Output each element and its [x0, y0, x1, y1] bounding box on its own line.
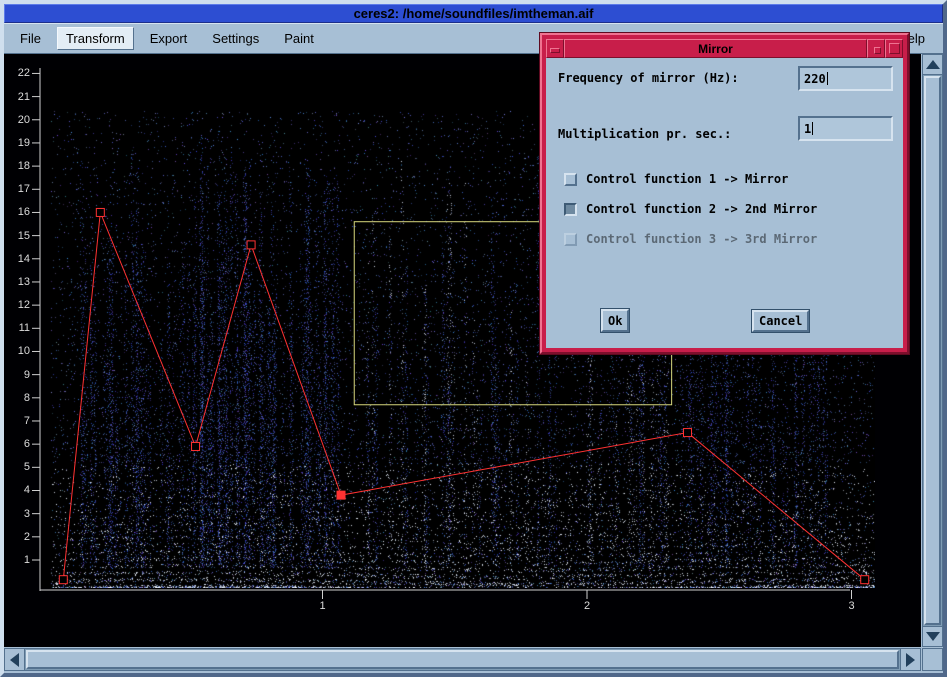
checkbox-indicator[interactable]	[564, 203, 577, 216]
y-tick-label: 1	[6, 554, 30, 566]
checkbox-label: Control function 3 -> 3rd Mirror	[586, 232, 817, 246]
y-tick-label: 7	[6, 415, 30, 427]
y-tick-label: 11	[6, 322, 30, 334]
dialog-title: Mirror	[698, 42, 733, 56]
menu-item-file[interactable]: File	[11, 27, 50, 50]
y-tick-label: 22	[6, 67, 30, 79]
y-tick-label: 18	[6, 160, 30, 172]
horizontal-scrollbar[interactable]	[4, 648, 921, 671]
scroll-down-button[interactable]	[923, 626, 942, 646]
x-tick-label: 2	[577, 600, 597, 612]
menu-item-transform[interactable]: Transform	[57, 27, 134, 50]
horizontal-scrollbar-thumb[interactable]	[26, 650, 899, 669]
y-tick-label: 12	[6, 299, 30, 311]
dialog-body: Frequency of mirror (Hz): 220 Multiplica…	[546, 58, 903, 348]
y-tick-label: 21	[6, 91, 30, 103]
multiplication-label: Multiplication pr. sec.:	[558, 127, 731, 141]
scroll-left-button[interactable]	[5, 649, 25, 670]
cancel-button[interactable]: Cancel	[752, 310, 809, 332]
y-tick-label: 5	[6, 461, 30, 473]
y-tick-label: 20	[6, 114, 30, 126]
y-tick-label: 17	[6, 183, 30, 195]
y-tick-label: 2	[6, 531, 30, 543]
y-tick-label: 19	[6, 137, 30, 149]
dialog-minimize-button[interactable]	[867, 39, 885, 58]
arrow-left-icon	[10, 653, 19, 667]
maximize-icon	[889, 43, 900, 54]
text-cursor	[827, 72, 828, 85]
y-tick-label: 8	[6, 392, 30, 404]
x-tick-label: 3	[842, 600, 862, 612]
mirror-dialog: Mirror Frequency of mirror (Hz): 220 Mul…	[540, 33, 909, 354]
arrow-up-icon	[926, 60, 940, 69]
checkbox-control-function-3: Control function 3 -> 3rd Mirror	[564, 232, 817, 246]
multiplication-value: 1	[804, 122, 811, 136]
checkbox-control-function-2[interactable]: Control function 2 -> 2nd Mirror	[564, 202, 817, 216]
checkbox-indicator	[564, 233, 577, 246]
menu-items: File Transform Export Settings Paint	[4, 27, 323, 50]
dialog-maximize-button[interactable]	[885, 39, 903, 58]
x-tick-label: 1	[313, 600, 333, 612]
frequency-input[interactable]: 220	[798, 66, 893, 91]
y-tick-label: 16	[6, 206, 30, 218]
frequency-value: 220	[804, 72, 826, 86]
window-title: ceres2: /home/soundfiles/imtheman.aif	[354, 6, 594, 21]
y-tick-label: 3	[6, 508, 30, 520]
y-tick-label: 4	[6, 484, 30, 496]
frequency-label: Frequency of mirror (Hz):	[558, 71, 739, 85]
ok-button[interactable]: Ok	[601, 309, 629, 332]
scroll-up-button[interactable]	[923, 55, 942, 75]
menu-item-settings[interactable]: Settings	[203, 27, 268, 50]
menu-item-export[interactable]: Export	[141, 27, 197, 50]
dialog-titlebar[interactable]: Mirror	[546, 39, 903, 58]
vertical-scrollbar-trough[interactable]	[923, 75, 942, 626]
checkbox-indicator[interactable]	[564, 173, 577, 186]
horizontal-scrollbar-trough[interactable]	[25, 649, 900, 670]
minimize-icon	[874, 47, 881, 54]
y-tick-label: 14	[6, 253, 30, 265]
arrow-right-icon	[906, 653, 915, 667]
vertical-scrollbar[interactable]	[922, 54, 943, 647]
multiplication-input[interactable]: 1	[798, 116, 893, 141]
y-tick-label: 6	[6, 438, 30, 450]
y-tick-label: 15	[6, 230, 30, 242]
checkbox-control-function-1[interactable]: Control function 1 -> Mirror	[564, 172, 788, 186]
y-tick-label: 10	[6, 345, 30, 357]
window-titlebar[interactable]: ceres2: /home/soundfiles/imtheman.aif	[4, 4, 943, 23]
menu-item-paint[interactable]: Paint	[275, 27, 323, 50]
vertical-scrollbar-thumb[interactable]	[924, 76, 941, 625]
y-tick-label: 13	[6, 276, 30, 288]
window-menu-icon	[550, 48, 560, 53]
y-tick-label: 9	[6, 369, 30, 381]
app-window: { "window": { "title": "ceres2: /home/so…	[0, 0, 947, 677]
arrow-down-icon	[926, 632, 940, 641]
scroll-right-button[interactable]	[900, 649, 920, 670]
dialog-window-menu-button[interactable]	[546, 39, 564, 58]
text-cursor	[812, 122, 813, 135]
checkbox-label: Control function 2 -> 2nd Mirror	[586, 202, 817, 216]
checkbox-label: Control function 1 -> Mirror	[586, 172, 788, 186]
scrollbar-corner	[922, 648, 943, 671]
